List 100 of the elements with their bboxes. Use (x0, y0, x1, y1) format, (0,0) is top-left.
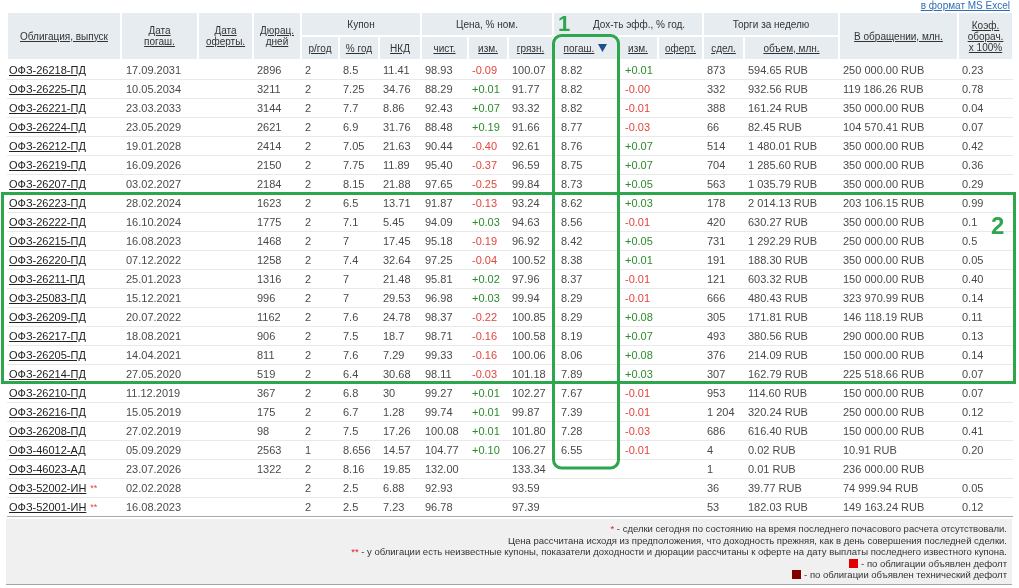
table-cell: 8.82 (561, 102, 583, 114)
table-cell: 1 204 (707, 406, 735, 418)
table-cell: 2 (305, 178, 312, 190)
bond-link[interactable]: ОФЗ-52001-ИН (9, 501, 87, 513)
table-cell: 119 186.26 RUB (843, 83, 924, 95)
table-cell: +0.05 (625, 235, 653, 247)
table-cell: 0.07 (962, 368, 984, 380)
table-cell: 96.92 (512, 235, 540, 247)
table-cell: 376 (707, 349, 726, 361)
export-link[interactable]: в формат MS Excel (920, 0, 1010, 11)
bond-link[interactable]: ОФЗ-26224-ПД (9, 121, 86, 133)
table-cell: 92.93 (425, 482, 453, 494)
bond-link[interactable]: ОФЗ-26219-ПД (9, 159, 86, 171)
table-cell: 0.12 (962, 406, 984, 418)
table-cell: 2 (305, 83, 312, 95)
table-cell: 175 (257, 406, 276, 418)
bond-link[interactable]: ОФЗ-26211-ПД (9, 273, 86, 285)
table-cell: 100.52 (512, 254, 546, 266)
table-cell: 2 (305, 121, 312, 133)
bond-link[interactable]: ОФЗ-26212-ПД (9, 140, 86, 152)
table-cell: 2563 (257, 444, 282, 456)
table-cell: 16.08.2023 (126, 235, 182, 247)
table-cell: 24.78 (383, 311, 411, 323)
table-cell: 17.26 (383, 425, 411, 437)
table-cell: 95.81 (425, 273, 453, 285)
table-cell: 0.40 (962, 273, 984, 285)
table-cell: 7.29 (383, 349, 405, 361)
table-cell: +0.07 (625, 330, 653, 342)
column-header[interactable]: Дюрац. дней (253, 12, 301, 60)
table-cell: 02.02.2028 (126, 482, 182, 494)
table-cell: -0.01 (625, 273, 651, 285)
table-cell: 250 000.00 RUB (843, 235, 925, 247)
bond-link[interactable]: ОФЗ-26216-ПД (9, 406, 86, 418)
table-cell: 0.04 (962, 102, 984, 114)
bond-link[interactable]: ОФЗ-26223-ПД (9, 197, 86, 209)
table-cell: 0.23 (962, 64, 984, 76)
table-cell: 188.30 RUB (748, 254, 808, 266)
table-cell: 7.23 (383, 501, 405, 513)
table-cell: 92.61 (512, 140, 540, 152)
table-cell: 2 (305, 235, 312, 247)
table-cell: +0.03 (625, 197, 653, 209)
table-cell: 7.25 (343, 83, 365, 95)
table-cell: 98.71 (425, 330, 453, 342)
table-cell: 93.32 (512, 102, 540, 114)
bond-link[interactable]: ОФЗ-26210-ПД (9, 387, 86, 399)
table-cell: 388 (707, 102, 726, 114)
bond-link[interactable]: ОФЗ-26215-ПД (9, 235, 86, 247)
bond-link[interactable]: ОФЗ-26205-ПД (9, 349, 86, 361)
bond-link[interactable]: ОФЗ-26217-ПД (9, 330, 86, 342)
bond-link[interactable]: ОФЗ-26222-ПД (9, 216, 86, 228)
bond-link[interactable]: ОФЗ-26214-ПД (9, 368, 86, 380)
table-cell: 92.43 (425, 102, 453, 114)
table-cell: -0.25 (472, 178, 498, 190)
table-cell: 2.5 (343, 482, 359, 494)
bond-link[interactable]: ОФЗ-46023-АД (9, 463, 86, 475)
table-cell: 8.82 (561, 64, 583, 76)
table-cell: 514 (707, 140, 726, 152)
table-cell: 3144 (257, 102, 282, 114)
table-cell: 7.28 (561, 425, 583, 437)
bond-link[interactable]: ОФЗ-46012-АД (9, 444, 86, 456)
bond-link[interactable]: ОФЗ-26209-ПД (9, 311, 86, 323)
table-cell: 214.09 RUB (748, 349, 808, 361)
table-cell: -0.37 (472, 159, 498, 171)
table-cell: 21.48 (383, 273, 411, 285)
column-header[interactable]: Дата оферты. (198, 12, 253, 60)
table-cell: 7.05 (343, 140, 365, 152)
table-cell: -0.04 (472, 254, 498, 266)
table-cell: 96.78 (425, 501, 453, 513)
column-header[interactable]: Облигация, выпуск (7, 12, 121, 60)
column-header[interactable]: В обращении, млн. (839, 12, 958, 60)
table-cell: 99.74 (425, 406, 453, 418)
table-cell: 171.81 RUB (748, 311, 808, 323)
table-cell: 2 (305, 368, 312, 380)
table-cell: 0.13 (962, 330, 984, 342)
table-cell: 17.45 (383, 235, 411, 247)
table-cell: 16.08.2023 (126, 501, 182, 513)
bond-link[interactable]: ОФЗ-26225-ПД (9, 83, 86, 95)
table-cell: -0.01 (625, 406, 651, 418)
table-cell: -0.09 (472, 64, 498, 76)
table-cell: -0.22 (472, 311, 498, 323)
table-cell: 2 (305, 482, 312, 494)
table-cell: 2621 (257, 121, 282, 133)
footnote-mark: ** (90, 483, 98, 493)
bond-link[interactable]: ОФЗ-25083-ПД (9, 292, 86, 304)
table-cell: 2 (305, 349, 312, 361)
table-cell: 420 (707, 216, 726, 228)
bond-link[interactable]: ОФЗ-26220-ПД (9, 254, 86, 266)
table-cell: 996 (257, 292, 276, 304)
bond-link[interactable]: ОФЗ-26218-ПД (9, 64, 86, 76)
column-header[interactable]: Дата погаш. (121, 12, 198, 60)
column-header[interactable]: Коэф. оборач. x 100% (958, 12, 1013, 60)
table-cell: 8.29 (561, 311, 583, 323)
table-cell: 6.88 (383, 482, 405, 494)
table-cell: 350 000.00 RUB (843, 102, 925, 114)
bond-link[interactable]: ОФЗ-26221-ПД (9, 102, 86, 114)
table-cell: 203 106.15 RUB (843, 197, 925, 209)
sort-descending-icon[interactable] (598, 43, 608, 52)
bond-link[interactable]: ОФЗ-26208-ПД (9, 425, 86, 437)
bond-link[interactable]: ОФЗ-52002-ИН (9, 482, 87, 494)
bond-link[interactable]: ОФЗ-26207-ПД (9, 178, 86, 190)
